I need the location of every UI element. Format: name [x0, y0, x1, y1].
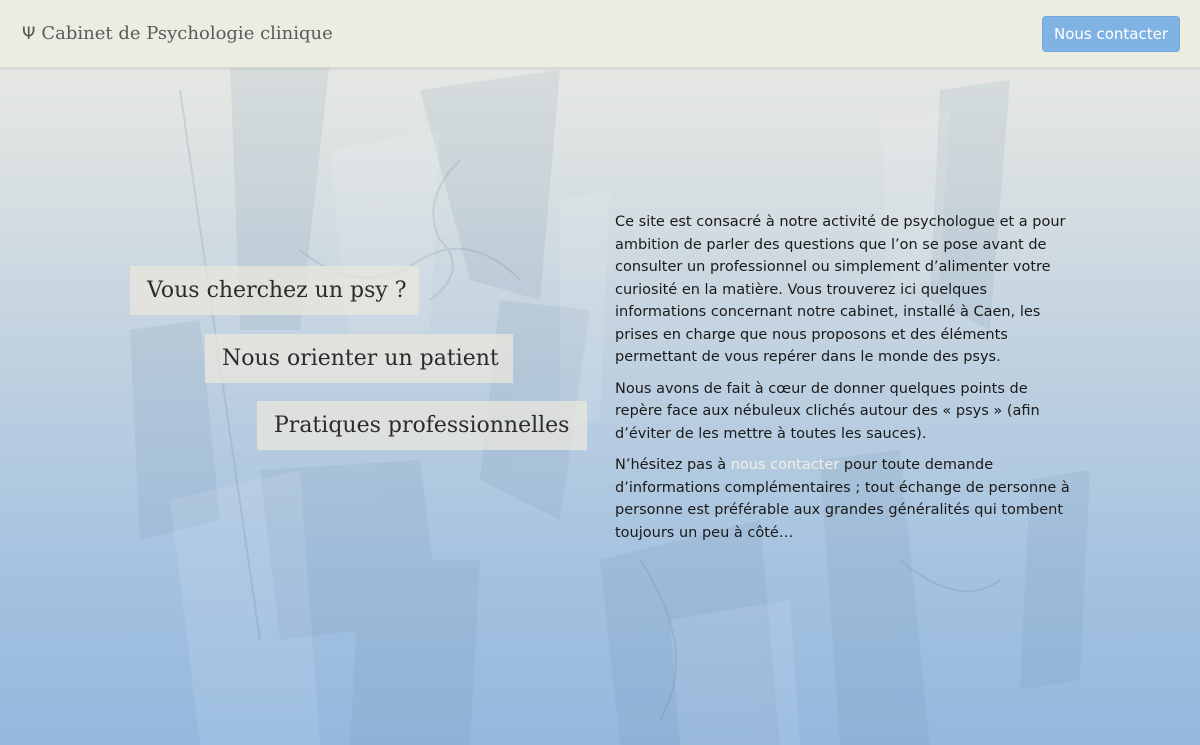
intro-paragraph-1: Ce site est consacré à notre activité de…: [615, 214, 1066, 365]
site-title: Cabinet de Psychologie clinique: [41, 23, 333, 44]
top-navbar: Ψ Cabinet de Psychologie clinique Nous c…: [0, 0, 1200, 68]
psi-icon: Ψ: [22, 23, 36, 44]
nav-card-refer-patient[interactable]: Nous orienter un patient: [205, 334, 513, 383]
contact-link[interactable]: nous contacter: [731, 457, 840, 473]
site-brand[interactable]: Ψ Cabinet de Psychologie clinique: [22, 23, 333, 44]
intro-paragraph-3-start: N’hésitez pas à: [615, 457, 731, 473]
nav-card-find-psy[interactable]: Vous cherchez un psy ?: [130, 266, 419, 315]
contact-button[interactable]: Nous contacter: [1041, 15, 1180, 52]
intro-paragraph-2: Nous avons de fait à cœur de donner quel…: [615, 380, 1040, 442]
intro-text: Ce site est consacré à notre activité de…: [615, 211, 1075, 553]
intro-paragraph-3: N’hésitez pas à nous contacter pour tout…: [615, 454, 1075, 544]
nav-card-professional-practices[interactable]: Pratiques professionnelles: [257, 401, 587, 450]
